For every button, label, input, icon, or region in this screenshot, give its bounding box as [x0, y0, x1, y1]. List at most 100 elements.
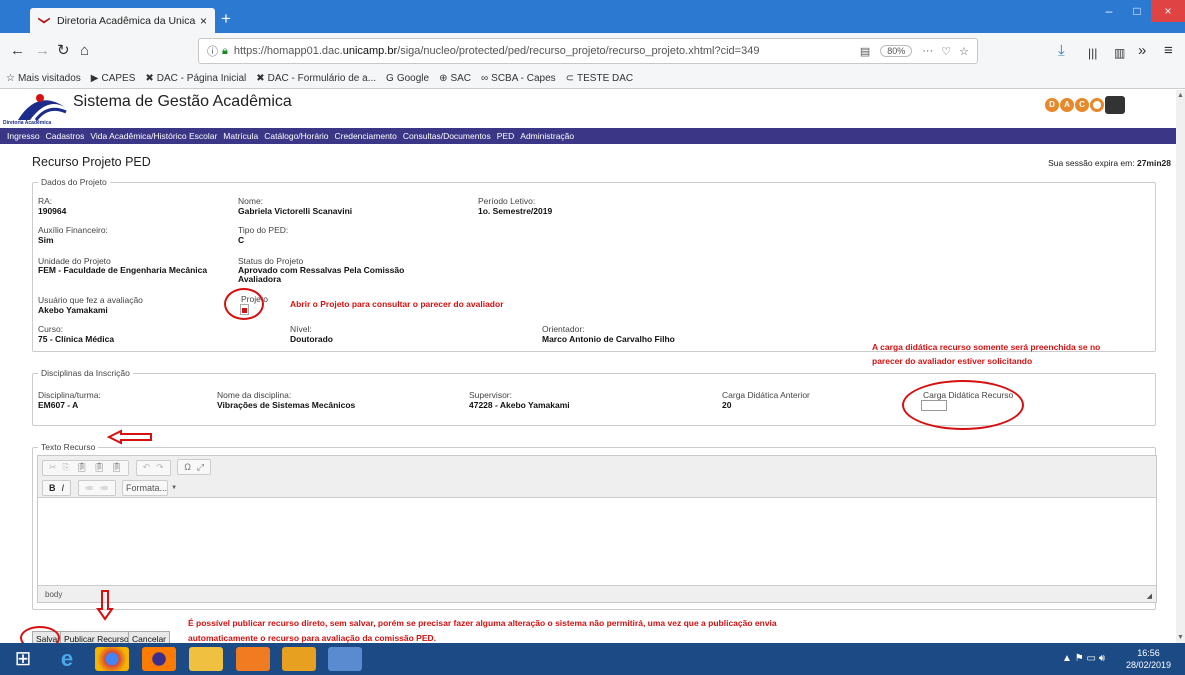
undo-icon[interactable]: ↶ [143, 462, 151, 473]
cut-icon[interactable]: ✂ [49, 462, 57, 473]
annotation-circle-salvar [20, 626, 60, 643]
bookmark-item[interactable]: ▶ CAPES [91, 73, 136, 84]
windows-start-icon[interactable]: ⊞ [8, 647, 38, 671]
outlook-icon[interactable] [236, 647, 270, 671]
bookmark-label: DAC - Página Inicial [156, 73, 247, 84]
home-icon[interactable]: ⌂ [80, 42, 89, 60]
page-scrollbar[interactable]: ▲ ▼ [1176, 90, 1185, 643]
bold-icon[interactable]: B [49, 483, 56, 493]
tab-close-icon[interactable]: × [200, 14, 207, 28]
window-controls: – □ × [1095, 0, 1185, 22]
menu-item[interactable]: Matrícula [223, 131, 258, 141]
firefox-icon[interactable] [142, 647, 176, 671]
copy-icon[interactable]: ⎘ [63, 462, 70, 473]
bookmark-icon: ∞ [481, 73, 489, 84]
menu-item[interactable]: Administração [520, 131, 574, 141]
logo-ring-icon [1090, 98, 1104, 112]
bookmark-item[interactable]: ⊕ SAC [439, 73, 471, 84]
back-icon[interactable]: ← [10, 42, 25, 60]
info-icon[interactable]: ⓘ [207, 43, 218, 59]
redo-icon[interactable]: ↷ [156, 462, 164, 473]
bookmark-item[interactable]: ⊂ TESTE DAC [566, 73, 634, 84]
close-window-button[interactable]: × [1151, 0, 1185, 22]
bookmark-label: Google [396, 73, 430, 84]
annotation-arrow-left-icon [107, 429, 152, 445]
reload-icon[interactable]: ↻ [57, 42, 70, 60]
url-bar[interactable]: ⓘ 🔒︎ https://homapp01.dac.unicamp.br/sig… [198, 38, 978, 64]
resize-handle-icon[interactable]: ◢ [1147, 592, 1152, 600]
bookmark-item[interactable]: ✖ DAC - Formulário de a... [256, 73, 376, 84]
annotation-publish-note-2: automaticamente o recurso para avaliação… [188, 633, 437, 643]
sidebar-icon[interactable]: ▥ [1114, 44, 1125, 62]
hamburger-menu-icon[interactable]: ≡ [1164, 42, 1173, 60]
paint-icon[interactable] [328, 647, 362, 671]
paste-word-icon[interactable]: 📋︎ [111, 462, 122, 473]
maximize-button[interactable]: □ [1123, 0, 1151, 22]
bookmark-item[interactable]: ∞ SCBA - Capes [481, 73, 556, 84]
overflow-icon[interactable]: » [1138, 42, 1146, 60]
bookmark-icon: G [386, 73, 394, 84]
menu-item[interactable]: Cadastros [46, 131, 85, 141]
paste-text-icon[interactable]: 📋︎ [93, 462, 104, 473]
new-tab-button[interactable]: + [221, 10, 231, 27]
nivel-label: Nível: [290, 324, 312, 334]
page-actions-icon[interactable]: ··· [922, 45, 933, 57]
menu-item[interactable]: Ingresso [7, 131, 40, 141]
publicar-recurso-button[interactable]: Publicar Recurso [60, 631, 133, 643]
library-icon[interactable]: ||| [1088, 44, 1097, 62]
unicamp-logo: D A C [1045, 96, 1126, 114]
menu-item[interactable]: PED [497, 131, 514, 141]
browser-tab[interactable]: Diretoria Acadêmica da Unicam × [30, 8, 215, 33]
nome-value: Gabriela Victorelli Scanavini [238, 206, 353, 216]
menu-item[interactable]: Vida Acadêmica/Histórico Escolar [90, 131, 217, 141]
browser-tab-bar: Diretoria Acadêmica da Unicam × + – □ × [0, 0, 1185, 33]
logo-letter: D [1045, 98, 1059, 112]
page-content: Diretoria Acadêmica Sistema de Gestão Ac… [0, 90, 1176, 643]
app-icon[interactable] [282, 647, 316, 671]
menu-item[interactable]: Catálogo/Horário [264, 131, 328, 141]
italic-icon[interactable]: I [62, 483, 65, 493]
scroll-up-icon[interactable]: ▲ [1177, 92, 1184, 99]
file-explorer-icon[interactable] [189, 647, 223, 671]
scroll-down-icon[interactable]: ▼ [1177, 634, 1184, 641]
bookmark-label: SAC [450, 73, 472, 84]
clock-time: 16:56 [1137, 648, 1160, 658]
fieldset-legend: Dados do Projeto [41, 177, 107, 187]
bookmark-icon: ✖ [256, 73, 265, 84]
special-char-icon[interactable]: Ω [184, 462, 191, 472]
lock-icon: 🔒︎ [222, 44, 228, 57]
tipo-label: Tipo do PED: [238, 225, 289, 235]
cancelar-button[interactable]: Cancelar [128, 631, 171, 643]
chrome-icon[interactable] [95, 647, 129, 671]
bookmark-item[interactable]: ✖ DAC - Página Inicial [145, 73, 246, 84]
reader-view-icon[interactable]: ▤ [860, 45, 870, 58]
clock[interactable]: 16:56 28/02/2019 [1126, 647, 1171, 671]
bookmark-icon: ⊂ [565, 73, 575, 84]
bookmark-item[interactable]: ☆ Mais visitados [6, 73, 81, 84]
bullet-list-icon[interactable]: ≔ [100, 483, 109, 494]
bookmark-star-icon[interactable]: ☆ [959, 45, 969, 58]
zoom-level[interactable]: 80% [880, 45, 913, 57]
format-label: Formata... [126, 482, 168, 493]
ordered-list-icon[interactable]: ≔ [85, 483, 94, 494]
forward-icon[interactable]: → [35, 42, 50, 60]
editor-text-area[interactable] [38, 498, 1156, 586]
internet-explorer-icon[interactable]: e [50, 647, 84, 671]
downloads-icon[interactable]: ⤓ [1058, 42, 1065, 60]
menu-item[interactable]: Consultas/Documentos [403, 131, 491, 141]
tab-title: Diretoria Acadêmica da Unicam [57, 14, 196, 27]
maximize-icon[interactable]: ⤢ [197, 462, 204, 473]
paste-icon[interactable]: 📋︎ [76, 462, 87, 473]
curso-value: 75 - Clínica Médica [38, 334, 115, 344]
pocket-icon[interactable]: ♡ [941, 45, 951, 58]
format-dropdown[interactable]: Formata... ▼ [122, 479, 177, 496]
nome-disciplina-label: Nome da disciplina: [217, 390, 292, 400]
list-group: ≔ ≔ [77, 480, 116, 496]
system-tray[interactable]: ▲ ⚑ ▭ 🔊︎ [1062, 653, 1105, 664]
menu-item[interactable]: Credenciamento [335, 131, 397, 141]
bookmark-item[interactable]: G Google [386, 73, 429, 84]
orientador-value: Marco Antonio de Carvalho Filho [542, 334, 675, 344]
url-text: https://homapp01.dac.unicamp.br/siga/nuc… [233, 45, 760, 57]
nome-disciplina-value: Vibrações de Sistemas Mecânicos [217, 400, 356, 410]
minimize-button[interactable]: – [1095, 0, 1123, 22]
